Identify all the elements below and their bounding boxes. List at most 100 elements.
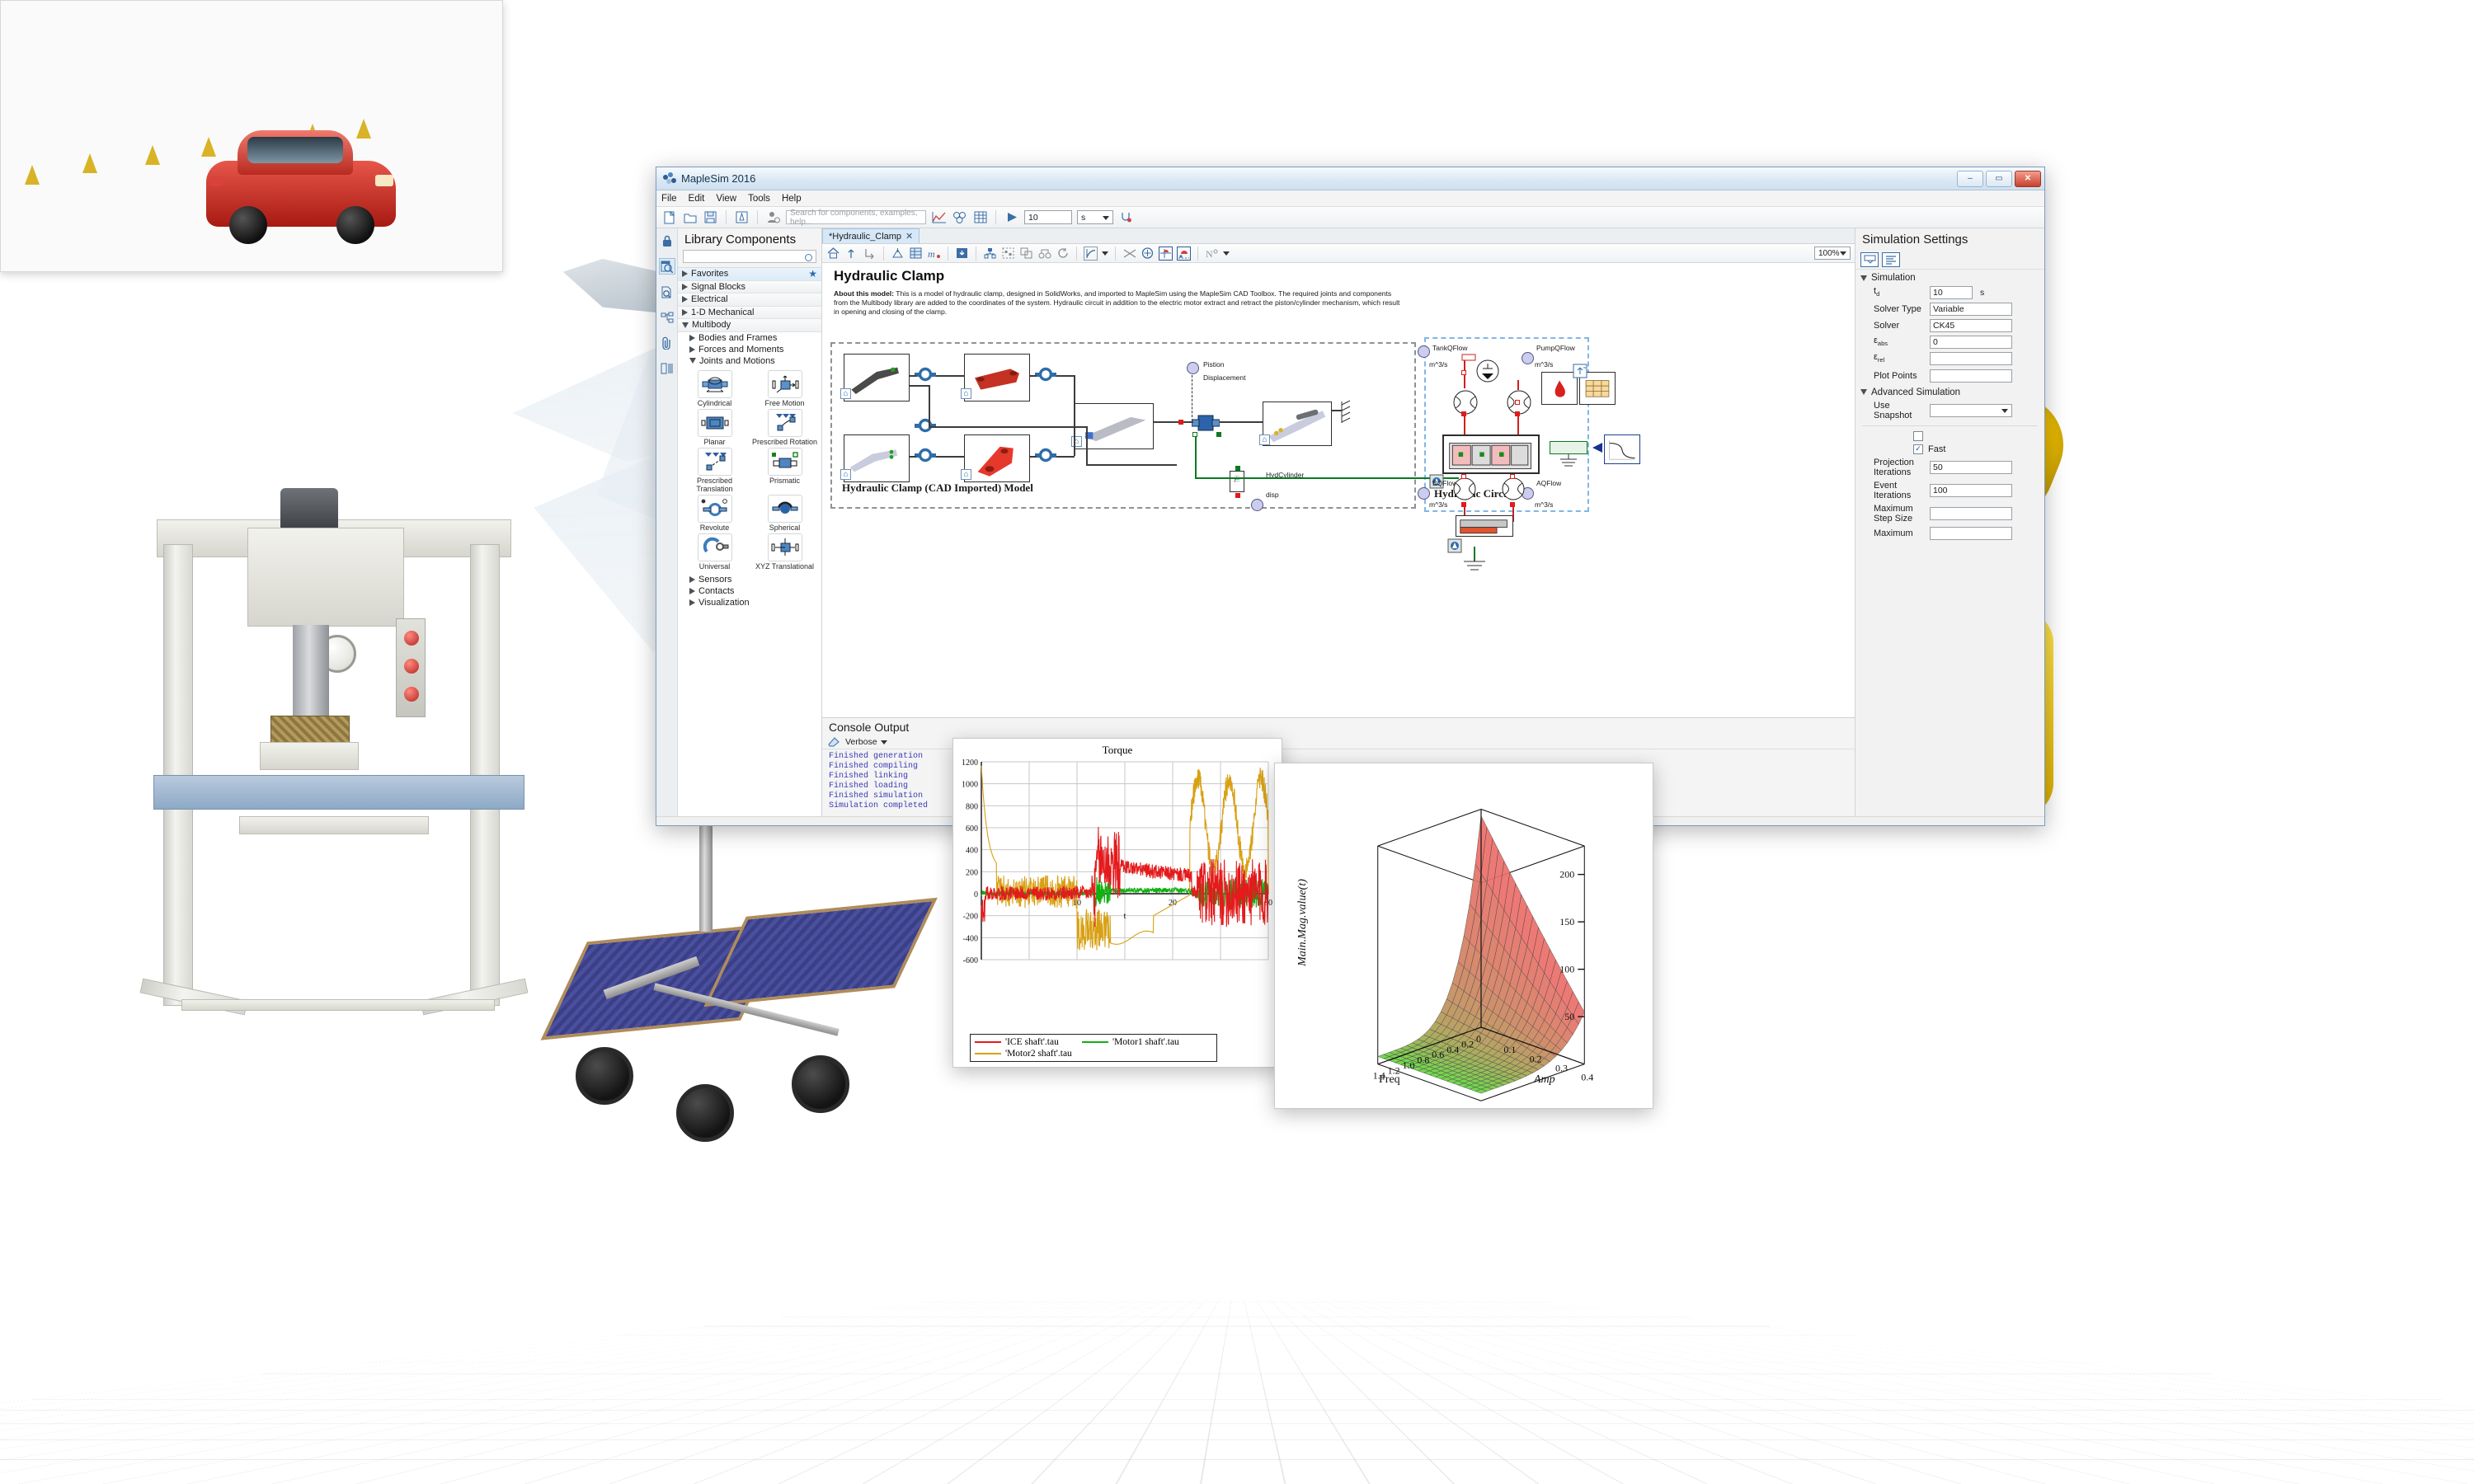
checkbox-checked[interactable]: ✓: [1913, 444, 1923, 454]
settings-section-simulation[interactable]: Simulation: [1856, 270, 2044, 284]
close-icon[interactable]: ✕: [905, 231, 913, 242]
attach-subsystem-icon[interactable]: [891, 247, 905, 261]
palette-item-free-motion[interactable]: Free Motion: [750, 369, 819, 407]
3d-model-icon[interactable]: [952, 209, 967, 225]
actuator-block[interactable]: [1550, 441, 1587, 454]
eraser-clear-icon[interactable]: [827, 735, 840, 749]
new-document-icon[interactable]: [661, 209, 677, 225]
eps-abs-input[interactable]: 0: [1930, 336, 2012, 350]
max-step-size-input[interactable]: [1930, 506, 2012, 520]
maple-document-icon[interactable]: [734, 209, 750, 225]
settings-section-advanced[interactable]: Advanced Simulation: [1856, 384, 2044, 399]
palette-item-prismatic[interactable]: Prismatic: [750, 447, 819, 493]
group-icon[interactable]: [1001, 247, 1015, 261]
piston-displacement-probe[interactable]: [1187, 362, 1199, 374]
use-snapshot-select[interactable]: [1930, 403, 2012, 417]
minimize-button[interactable]: –: [1957, 170, 1983, 187]
chevron-down-icon[interactable]: [1102, 251, 1108, 256]
rotate-icon[interactable]: [1056, 247, 1070, 261]
pump-qflow-probe[interactable]: [1522, 352, 1534, 364]
zoom-level-select[interactable]: 100%: [1814, 247, 1851, 260]
tree-item-joints-and-motions[interactable]: Joints and Motions: [678, 355, 821, 367]
plot-points-input[interactable]: [1930, 369, 2012, 383]
revolute-joint-icon[interactable]: [1035, 446, 1056, 464]
flip-icon[interactable]: [1037, 247, 1051, 261]
menu-edit[interactable]: Edit: [689, 194, 705, 204]
attach-user-icon[interactable]: [765, 209, 781, 225]
save-disk-icon[interactable]: [703, 209, 718, 225]
tree-item-bodies-and-frames[interactable]: Bodies and Frames: [678, 331, 821, 344]
palette-item-prescribed-rotation[interactable]: Prescribed Rotation: [750, 408, 819, 446]
navigate-into-icon[interactable]: [863, 247, 877, 261]
settings-list-icon[interactable]: [1882, 251, 1900, 267]
open-folder-icon[interactable]: [682, 209, 698, 225]
document-search-icon[interactable]: [659, 284, 675, 300]
menu-help[interactable]: Help: [782, 194, 802, 204]
maple-math-icon[interactable]: m: [927, 247, 941, 261]
simulation-duration-input[interactable]: 10: [1024, 210, 1072, 224]
palette-item-planar[interactable]: Planar: [680, 408, 749, 446]
palette-item-universal[interactable]: Universal: [680, 533, 749, 571]
cad-assembly-block[interactable]: [1263, 402, 1332, 446]
add-probe-icon[interactable]: [1141, 247, 1155, 261]
pump-component-icon[interactable]: [1474, 355, 1502, 386]
prismatic-joint-block[interactable]: [1191, 413, 1221, 433]
snap-point-icon[interactable]: [1177, 246, 1191, 261]
revolute-joint-icon[interactable]: [915, 416, 936, 434]
tree-item-sensors[interactable]: Sensors: [678, 573, 821, 585]
solver-type-select[interactable]: Variable: [1930, 303, 2012, 317]
tree-item-contacts[interactable]: Contacts: [678, 585, 821, 597]
revolute-joint-icon[interactable]: [915, 446, 936, 464]
cad-body-block[interactable]: [844, 354, 910, 402]
maximize-button[interactable]: ▭: [1986, 170, 2012, 187]
navigate-up-icon[interactable]: [844, 247, 858, 261]
tab-hydraulic-clamp[interactable]: *Hydraulic_Clamp ✕: [822, 228, 920, 243]
hyd-cylinder-probe[interactable]: [1251, 499, 1263, 511]
search-input[interactable]: Search for components, examples, help...: [786, 209, 926, 227]
revolute-joint-icon[interactable]: [1035, 365, 1056, 383]
model-canvas[interactable]: Hydraulic Clamp About this model: This i…: [822, 263, 1855, 717]
flow-sensor-icon[interactable]: [1451, 476, 1478, 505]
route-style-icon[interactable]: N: [1205, 247, 1219, 261]
palette-item-spherical[interactable]: Spherical: [750, 494, 819, 532]
settings-basic-icon[interactable]: [1860, 251, 1879, 267]
palette-item-revolute[interactable]: Revolute: [680, 494, 749, 532]
library-search-icon[interactable]: [658, 258, 675, 275]
solver-select[interactable]: CK45: [1930, 319, 2012, 333]
hydraulic-cylinder-block[interactable]: [1456, 515, 1513, 537]
eps-rel-input[interactable]: [1930, 352, 2012, 366]
parameter-table-icon[interactable]: [972, 209, 988, 225]
menu-view[interactable]: View: [716, 194, 736, 204]
checkbox-unchecked[interactable]: [1913, 430, 1923, 441]
parameters-grid-icon[interactable]: [659, 360, 675, 377]
duration-input[interactable]: 10: [1930, 286, 1973, 300]
model-tree-icon[interactable]: [659, 309, 675, 326]
palette-item-prescribed-translation[interactable]: Prescribed Translation: [680, 447, 749, 493]
tree-item-multibody[interactable]: Multibody: [678, 319, 821, 332]
library-search-input[interactable]: [683, 250, 816, 263]
signal-ramp-block[interactable]: [1604, 434, 1640, 464]
close-button[interactable]: ✕: [2015, 170, 2041, 187]
cad-body-block[interactable]: [844, 434, 910, 482]
b-qflow-probe[interactable]: [1418, 487, 1430, 500]
download-subsystem-icon[interactable]: [955, 247, 969, 261]
palette-item-cylindrical[interactable]: Cylindrical: [680, 369, 749, 407]
mirror-icon[interactable]: [1122, 247, 1136, 261]
tree-item-forces-and-moments[interactable]: Forces and Moments: [678, 343, 821, 355]
projection-iterations-input[interactable]: 50: [1930, 460, 2012, 474]
snap-grid-icon[interactable]: [1159, 246, 1173, 261]
connection-style-icon[interactable]: [1084, 246, 1098, 261]
ungroup-icon[interactable]: [1019, 247, 1033, 261]
event-iterations-input[interactable]: 100: [1930, 483, 2012, 497]
tree-item-visualization[interactable]: Visualization: [678, 596, 821, 608]
hydraulic-cylinder-sensor[interactable]: [1230, 471, 1244, 492]
menu-tools[interactable]: Tools: [748, 194, 770, 204]
menu-file[interactable]: File: [661, 194, 677, 204]
attachments-clip-icon[interactable]: [659, 335, 675, 351]
console-level-select[interactable]: Verbose: [845, 737, 887, 747]
align-tree-icon[interactable]: [983, 247, 997, 261]
flow-sensor-icon[interactable]: [1500, 476, 1526, 505]
revolute-joint-icon[interactable]: [915, 365, 936, 383]
tree-item-1d-mechanical[interactable]: 1-D Mechanical: [678, 306, 821, 319]
tree-item-favorites[interactable]: Favorites ★: [678, 268, 821, 281]
